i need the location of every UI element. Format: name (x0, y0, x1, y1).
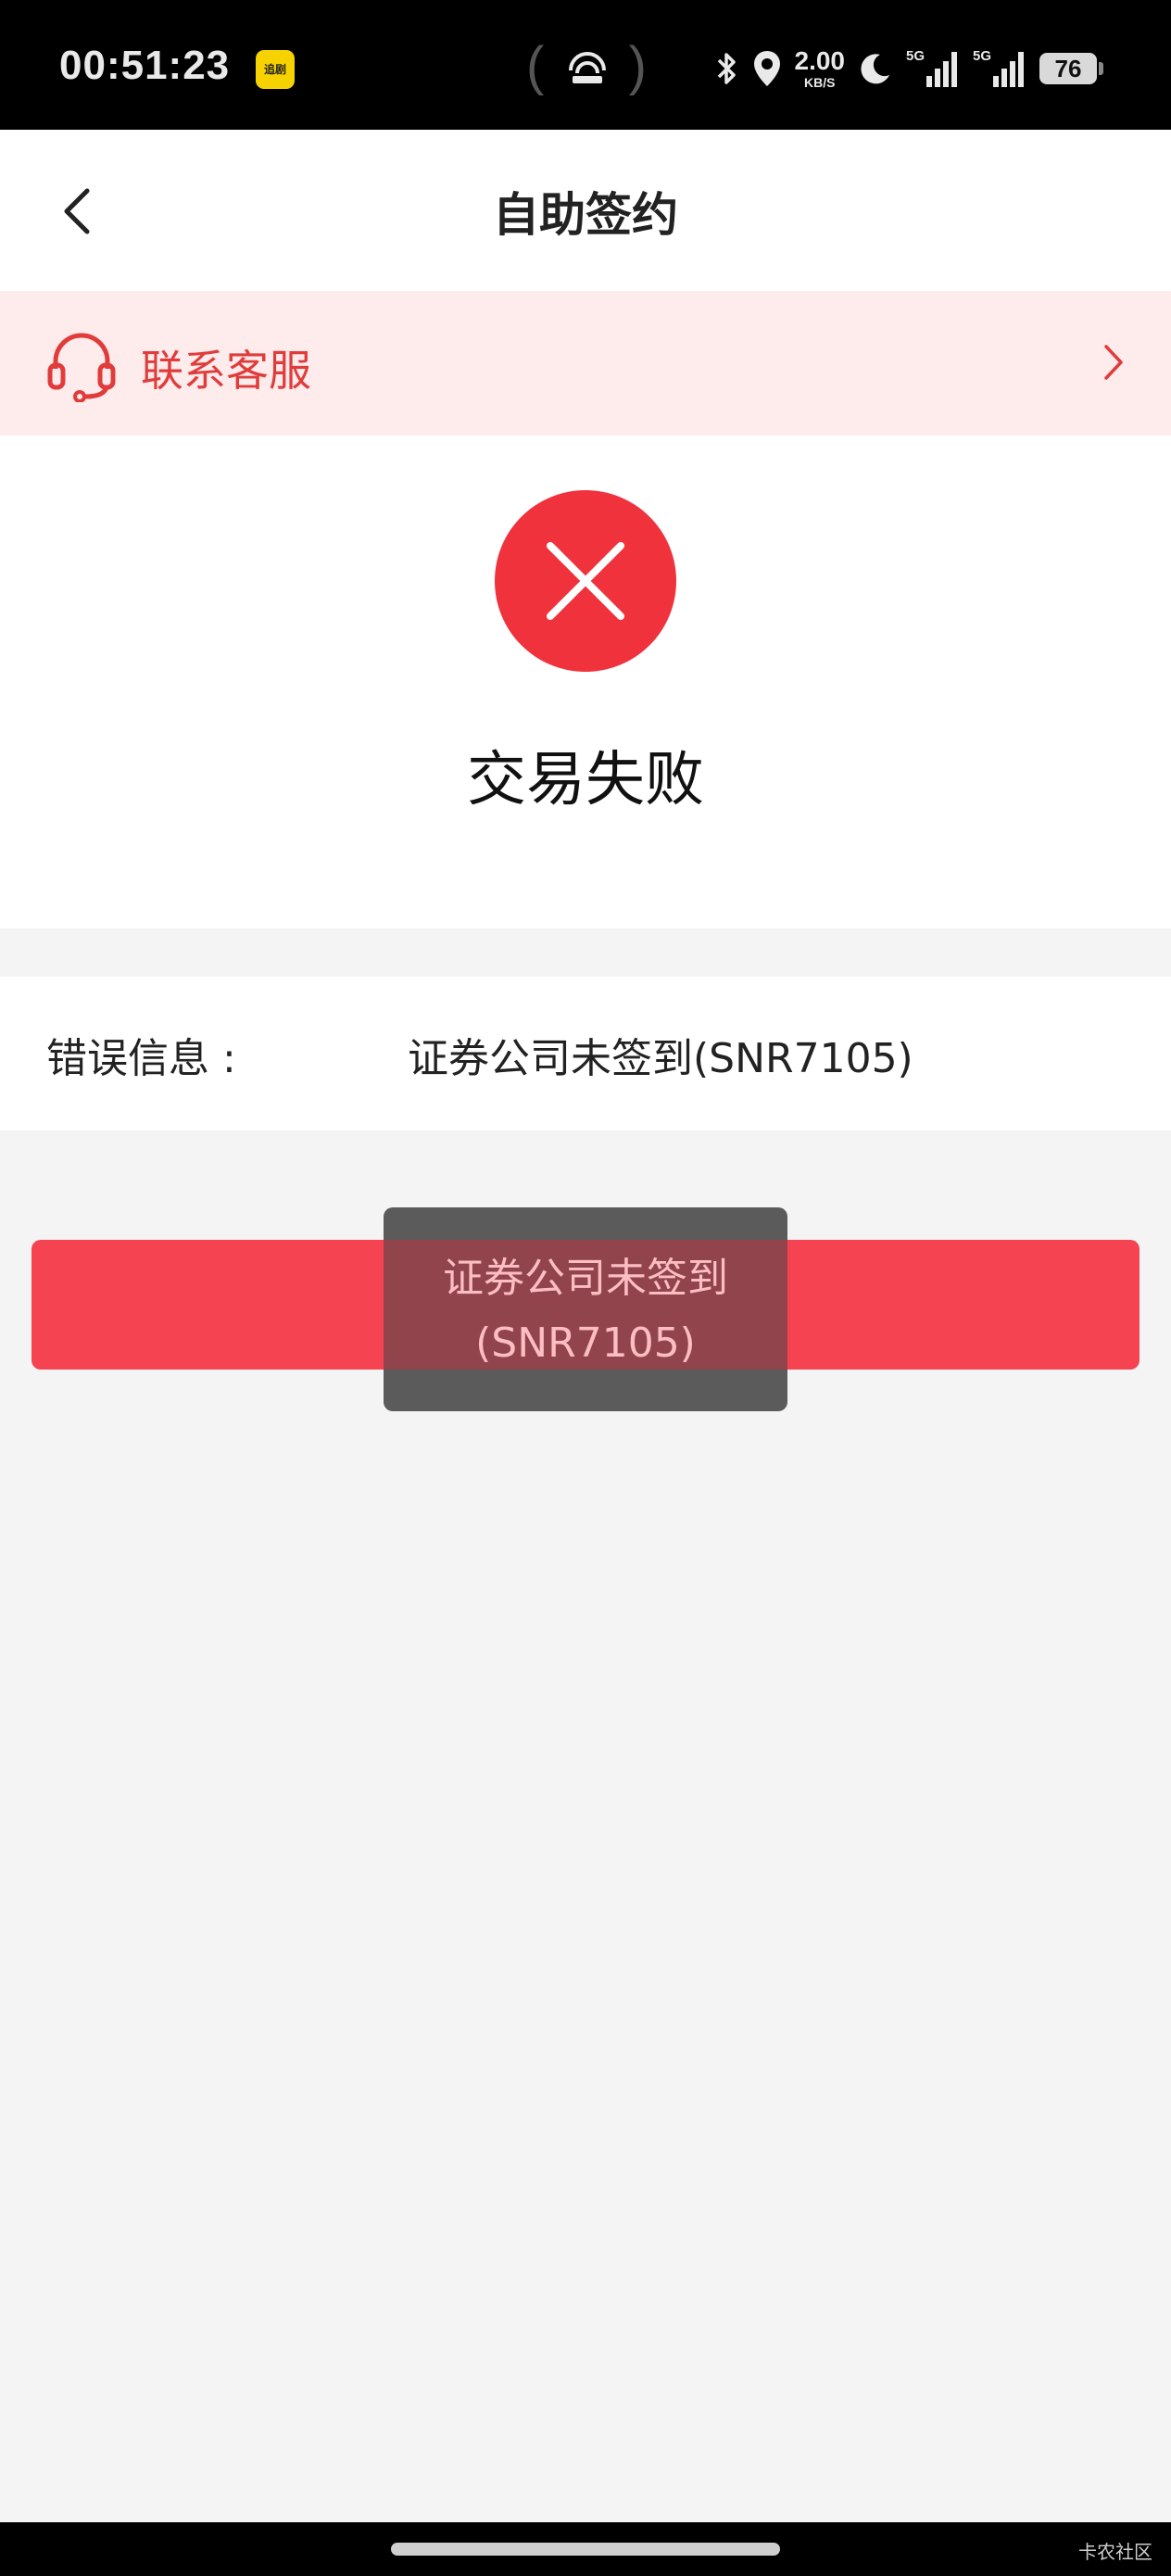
signal-strength-1: 5G (906, 48, 960, 89)
chevron-right-icon (1104, 345, 1123, 380)
status-bar: 00:51:23 追剧 ( ) 2.00 KB/S 5G 5G 76 (0, 0, 1171, 130)
contact-service-label: 联系客服 (141, 346, 311, 396)
network-speed: 2.00 KB/S (794, 46, 846, 90)
toast-line-1: 证券公司未签到 (443, 1255, 728, 1302)
hotspot-indicator: ( ) (526, 36, 647, 96)
hotspot-bracket-right: ) (628, 36, 647, 96)
hotspot-bracket-left: ( (526, 36, 545, 96)
result-card: 交易失败 (0, 436, 1171, 928)
toast-line-2: (SNR7105) (475, 1320, 696, 1367)
network-speed-unit: KB/S (804, 75, 836, 90)
error-info-label: 错误信息 : (46, 1035, 236, 1082)
error-info-value: 证券公司未签到(SNR7105) (408, 1035, 913, 1082)
contact-service-banner[interactable]: 联系客服 (0, 291, 1171, 436)
network-speed-value: 2.00 (794, 46, 846, 75)
home-indicator[interactable] (391, 2543, 780, 2556)
error-info-row: 错误信息 : 证券公司未签到(SNR7105) (0, 977, 1171, 1130)
location-icon (753, 51, 780, 86)
nav-bar: 自助签约 (0, 130, 1171, 291)
signal-bars-icon (993, 52, 1024, 87)
toast-message: 证券公司未签到 (SNR7105) (384, 1207, 787, 1411)
signal-strength-2: 5G (973, 48, 1026, 89)
status-icons: 2.00 KB/S 5G 5G 76 (715, 44, 1103, 93)
bluetooth-icon (717, 53, 736, 84)
signal-bars-icon (926, 52, 957, 87)
battery-indicator: 76 (1039, 53, 1103, 84)
system-navigation-bar: 卡农社区 (0, 2522, 1171, 2576)
failure-icon (495, 490, 676, 672)
result-title: 交易失败 (467, 746, 704, 814)
page-title: 自助签约 (493, 188, 678, 242)
app-notification-icon: 追剧 (256, 50, 295, 89)
hotspot-icon (569, 52, 606, 83)
watermark: 卡农社区 (1078, 2541, 1152, 2563)
moon-icon (861, 54, 889, 84)
headset-icon (47, 333, 116, 402)
status-time: 00:51:23 (59, 43, 231, 88)
